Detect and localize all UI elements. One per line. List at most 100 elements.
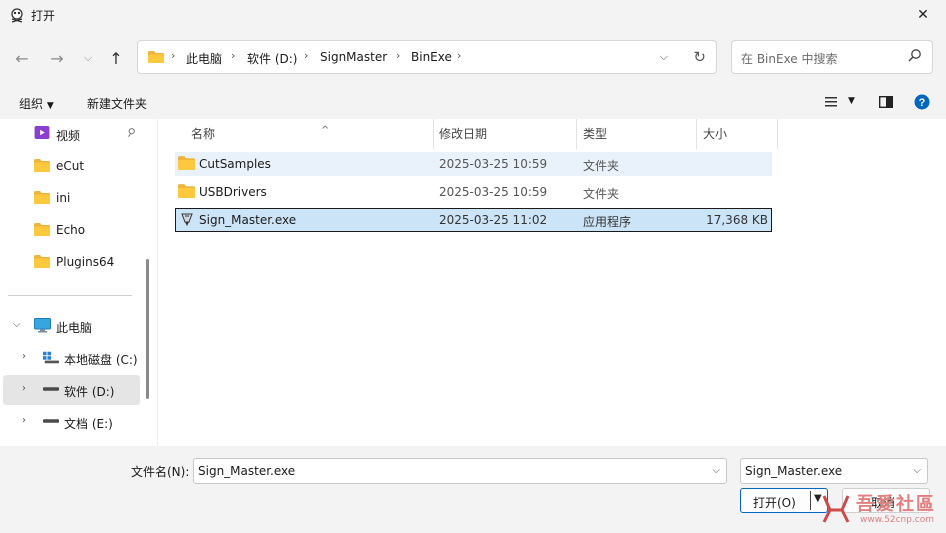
file-row-usbdrivers[interactable]: USBDrivers 2025-03-25 10:59 文件夹 (175, 180, 772, 204)
folder-icon (34, 255, 50, 268)
chevron-down-icon: ⌵ (913, 465, 921, 476)
sidebar-item-echo[interactable]: Echo (3, 215, 140, 245)
file-list: 名称 ^ 修改日期 类型 大小 CutSamples 2025-03-25 10… (158, 119, 946, 446)
watermark-url: www.52cnp.com (860, 515, 935, 525)
sidebar-item-label: Plugins64 (56, 255, 115, 269)
breadcrumb-item[interactable]: 此电脑 (186, 50, 222, 67)
watermark: 吾爱社區 www.52cnp.com (818, 488, 944, 530)
folder-icon (34, 191, 50, 204)
sidebar-scrollbar[interactable] (146, 259, 149, 399)
sidebar-item-ini[interactable]: ini (3, 183, 140, 213)
folder-icon (178, 184, 195, 198)
breadcrumb-item[interactable]: BinExe (411, 50, 452, 64)
view-options-dropdown-icon[interactable]: ▼ (848, 96, 855, 106)
filename-input[interactable]: Sign_Master.exe ⌵ (193, 458, 727, 484)
navigation-pane: 视频 ⚲ eCut ini Echo Plugins64 ⌵ 此电脑 › 本地磁… (0, 119, 158, 446)
column-header-label: 名称 (191, 127, 216, 141)
refresh-icon[interactable]: ↻ (693, 48, 706, 66)
pc-icon (34, 318, 51, 333)
column-header-label: 修改日期 (439, 127, 488, 141)
sidebar-item-label: 软件 (D:) (64, 385, 115, 399)
breadcrumb-separator: › (171, 49, 176, 62)
breadcrumb-item[interactable]: SignMaster (320, 50, 387, 64)
column-header-label: 类型 (583, 127, 608, 141)
sort-ascending-icon: ^ (321, 125, 330, 136)
main-panel: 视频 ⚲ eCut ini Echo Plugins64 ⌵ 此电脑 › 本地磁… (0, 119, 946, 446)
folder-icon (148, 51, 164, 63)
sidebar-item-videos[interactable]: 视频 ⚲ (3, 119, 140, 149)
list-view-icon[interactable] (825, 97, 837, 107)
open-button-label: 打开(O) (753, 496, 796, 510)
chevron-down-icon: ⌵ (83, 51, 93, 64)
file-name: USBDrivers (199, 185, 267, 199)
windows-drive-icon (43, 351, 59, 364)
column-header-name[interactable]: 名称 ^ (175, 119, 433, 149)
sidebar-item-drive-c[interactable]: › 本地磁盘 (C:) (3, 343, 140, 373)
chevron-right-icon[interactable]: › (22, 383, 26, 394)
organize-button[interactable]: 组织 ▼ (19, 95, 54, 112)
file-row-cutsamples[interactable]: CutSamples 2025-03-25 10:59 文件夹 (175, 152, 772, 176)
breadcrumb-item[interactable]: 软件 (D:) (247, 50, 297, 67)
search-input[interactable]: 在 BinExe 中搜索 (731, 40, 933, 74)
file-type: 文件夹 (583, 159, 620, 173)
recent-locations-button[interactable]: ⌵ (76, 46, 100, 70)
help-icon[interactable]: ? (914, 94, 930, 110)
column-header-date[interactable]: 修改日期 (434, 119, 576, 149)
address-bar[interactable]: › 此电脑 › 软件 (D:) › SignMaster › BinExe › … (137, 40, 717, 74)
sign-master-app-icon (181, 213, 193, 226)
preview-pane-icon[interactable] (879, 96, 893, 108)
sidebar-item-ecut[interactable]: eCut (3, 151, 140, 181)
sidebar-item-drive-e[interactable]: › 文档 (E:) (3, 407, 140, 437)
title-bar: 打开 ✕ (0, 0, 946, 30)
folder-icon (34, 223, 50, 236)
window-title: 打开 (31, 9, 56, 23)
filetype-select[interactable]: Sign_Master.exe ⌵ (740, 458, 928, 484)
folder-icon (178, 156, 195, 170)
search-placeholder: 在 BinExe 中搜索 (741, 52, 838, 66)
breadcrumb-separator: › (304, 49, 309, 62)
file-name: CutSamples (199, 157, 271, 171)
caret-down-icon: ▼ (46, 101, 54, 111)
sidebar-item-drive-d[interactable]: › 软件 (D:) (3, 375, 140, 405)
arrow-right-icon: → (50, 48, 64, 68)
column-header-size[interactable]: 大小 (697, 119, 777, 149)
new-folder-button[interactable]: 新建文件夹 (87, 95, 147, 112)
chevron-right-icon[interactable]: › (22, 351, 26, 362)
filename-label: 文件名(N): (131, 465, 190, 479)
address-dropdown-icon[interactable]: ⌵ (660, 50, 668, 64)
chevron-down-icon[interactable]: ⌵ (712, 465, 720, 476)
drive-icon (43, 387, 59, 391)
column-header-type[interactable]: 类型 (577, 119, 695, 149)
sidebar-item-plugins64[interactable]: Plugins64 (3, 247, 140, 277)
drive-icon (43, 419, 59, 423)
up-button[interactable]: ↑ (104, 46, 128, 70)
watermark-logo-icon (822, 495, 850, 523)
file-type: 文件夹 (583, 187, 620, 201)
arrow-up-icon: ↑ (109, 48, 123, 68)
sidebar-item-label: 视频 (56, 129, 81, 143)
column-separator[interactable] (777, 119, 778, 149)
close-button[interactable]: ✕ (900, 0, 946, 30)
file-date: 2025-03-25 11:02 (439, 213, 548, 227)
pin-icon[interactable]: ⚲ (124, 125, 137, 140)
watermark-text: 吾爱社區 (856, 494, 936, 515)
open-button[interactable]: 打开(O) ▼ (740, 488, 828, 513)
svg-text:?: ? (919, 97, 926, 109)
file-date: 2025-03-25 10:59 (439, 157, 548, 171)
command-bar: 组织 ▼ 新建文件夹 ▼ ? (0, 89, 946, 115)
file-size: 17,368 KB (706, 213, 768, 227)
forward-button[interactable]: → (45, 46, 69, 70)
sidebar-item-this-pc[interactable]: ⌵ 此电脑 (3, 311, 140, 341)
back-button[interactable]: ← (10, 46, 34, 70)
split-divider (810, 491, 811, 510)
chevron-down-icon[interactable]: ⌵ (13, 319, 21, 330)
app-icon (11, 8, 23, 23)
sidebar-item-label: 文档 (E:) (64, 417, 113, 431)
navigation-bar: ← → ⌵ ↑ › 此电脑 › 软件 (D:) › SignMaster › B… (0, 36, 946, 80)
chevron-right-icon[interactable]: › (22, 415, 26, 426)
breadcrumb-separator: › (457, 49, 462, 62)
sidebar-item-label: eCut (56, 159, 85, 173)
file-row-sign-master-exe[interactable]: Sign_Master.exe 2025-03-25 11:02 应用程序 17… (175, 208, 772, 232)
file-date: 2025-03-25 10:59 (439, 185, 548, 199)
search-icon[interactable] (908, 48, 922, 62)
